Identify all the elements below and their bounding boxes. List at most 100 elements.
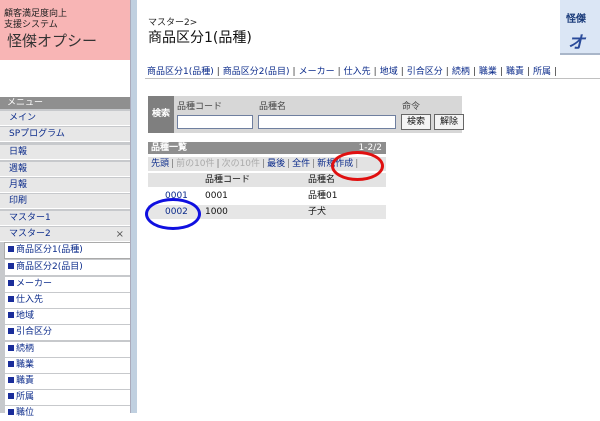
list-col-code: 品種コード [205, 175, 251, 185]
pager-separator: | [216, 159, 220, 169]
submenu-item-relation[interactable]: 続柄 [5, 342, 130, 357]
sidebar-blank [0, 60, 130, 98]
submenu-item-supplier[interactable]: 仕入先 [5, 293, 130, 308]
row-name: 子犬 [308, 207, 327, 217]
menu-item-daily-report[interactable]: 日報 [0, 145, 130, 160]
pager-prev10: 前の10件 [176, 159, 215, 169]
menu-item-master1[interactable]: マスター1 [0, 211, 130, 226]
search-col-code: 品種コード [177, 102, 223, 112]
bullet-square-icon [8, 246, 14, 252]
submenu-item-label: 商品区分2(品目) [16, 262, 83, 272]
tab-separator: | [400, 67, 404, 77]
submenu-item-affiliation[interactable]: 所属 [5, 390, 130, 405]
row-code: 0001 [205, 191, 228, 201]
submenu-item-region[interactable]: 地域 [5, 309, 130, 324]
submenu-item-category1[interactable]: 商品区分1(品種) [4, 242, 131, 259]
name-search-input[interactable] [258, 115, 396, 129]
tabs-divider [145, 78, 600, 79]
menu-item-master2-label: マスター2 [9, 229, 51, 239]
code-search-input[interactable] [177, 115, 253, 129]
pager-separator: | [171, 159, 175, 169]
search-panel-label: 検索 [148, 96, 174, 133]
tab-category2[interactable]: 商品区分2(品目) [223, 67, 290, 77]
tab-separator: | [554, 67, 558, 77]
bullet-square-icon [8, 377, 14, 383]
tab-separator: | [499, 67, 503, 77]
row-code: 1000 [205, 207, 228, 217]
tab-separator: | [337, 67, 341, 77]
pager-first[interactable]: 先頭 [151, 159, 169, 169]
submenu-item-duty[interactable]: 職責 [5, 374, 130, 389]
tab-separator: | [216, 67, 220, 77]
submenu-item-label: メーカー [16, 279, 53, 289]
submenu-item-position[interactable]: 職位 [5, 406, 130, 421]
bullet-square-icon [8, 263, 14, 269]
annotation-highlight-blue [145, 198, 201, 230]
submenu-item-label: 職業 [16, 360, 35, 370]
tab-region[interactable]: 地域 [380, 67, 398, 77]
brand-logo: 怪傑 オプ [560, 0, 600, 55]
row-name: 品種01 [308, 191, 338, 201]
tab-separator: | [292, 67, 296, 77]
clear-button[interactable]: 解除 [434, 114, 464, 130]
brand-logo-text-large: オプ [568, 33, 585, 53]
bullet-square-icon [8, 280, 14, 286]
search-col-name: 品種名 [259, 102, 287, 112]
tab-relation[interactable]: 続柄 [452, 67, 470, 77]
submenu-item-category2[interactable]: 商品区分2(品目) [5, 260, 130, 275]
bullet-square-icon [8, 312, 14, 318]
page-title: 商品区分1(品種) [148, 30, 252, 46]
menu-item-monthly-report[interactable]: 月報 [0, 178, 130, 193]
system-title: 怪傑オプシー [7, 32, 98, 50]
tab-supplier[interactable]: 仕入先 [344, 67, 371, 77]
bullet-square-icon [8, 409, 14, 415]
search-col-command: 命令 [402, 102, 421, 112]
list-title: 品種一覧 [151, 143, 188, 153]
bullet-square-icon [8, 328, 14, 334]
submenu-item-label: 続柄 [16, 344, 35, 354]
tab-duty[interactable]: 職責 [506, 67, 524, 77]
submenu-item-maker[interactable]: メーカー [5, 277, 130, 292]
pager-separator: | [262, 159, 266, 169]
menu-item-sp-program[interactable]: SPプログラム [0, 127, 130, 142]
pager-last[interactable]: 最後 [267, 159, 285, 169]
frame-splitter[interactable] [130, 0, 137, 413]
tab-maker[interactable]: メーカー [299, 67, 335, 77]
annotation-highlight-red [331, 151, 384, 181]
menu-item-master2[interactable]: マスター2 × [0, 227, 130, 242]
pager-next10: 次の10件 [221, 159, 261, 169]
master-tabs: 商品区分1(品種) | 商品区分2(品目) | メーカー | 仕入先 | 地域 | 引合区分 | 続柄 |… [147, 64, 600, 77]
tab-separator: | [472, 67, 476, 77]
menu-header: メニュー [0, 97, 130, 109]
tab-inquiry-type[interactable]: 引合区分 [407, 67, 443, 77]
system-logo-area: 顧客満足度向上 支援システム 怪傑オプシー [0, 0, 131, 60]
menu-item-main[interactable]: メイン [0, 111, 130, 126]
system-name: 顧客満足度向上 支援システム [4, 9, 68, 30]
tab-separator: | [445, 67, 449, 77]
menu-item-weekly-report[interactable]: 週報 [0, 162, 130, 177]
bullet-square-icon [8, 296, 14, 302]
tab-affiliation[interactable]: 所属 [533, 67, 551, 77]
submenu-item-inquiry-type[interactable]: 引合区分 [5, 325, 130, 340]
brand-logo-text: 怪傑 [566, 14, 586, 25]
bullet-square-icon [8, 393, 14, 399]
menu-item-print[interactable]: 印刷 [0, 194, 130, 209]
search-button[interactable]: 検索 [401, 114, 431, 130]
bullet-square-icon [8, 361, 14, 367]
submenu-item-label: 商品区分1(品種) [16, 245, 83, 255]
brand-divider [560, 53, 600, 55]
submenu-item-label: 職責 [16, 376, 35, 386]
tab-occupation[interactable]: 職業 [479, 67, 497, 77]
tab-separator: | [526, 67, 531, 77]
pager-separator: | [312, 159, 316, 169]
tab-category1[interactable]: 商品区分1(品種) [147, 67, 214, 77]
tab-separator: | [373, 67, 377, 77]
submenu-item-label: 仕入先 [16, 295, 44, 305]
pager-separator: | [287, 159, 291, 169]
list-col-name: 品種名 [308, 175, 336, 185]
submenu-item-occupation[interactable]: 職業 [5, 358, 130, 373]
close-icon[interactable]: × [116, 227, 124, 242]
submenu-item-label: 所属 [16, 392, 35, 402]
submenu-item-label: 職位 [16, 408, 35, 418]
pager-all[interactable]: 全件 [292, 159, 310, 169]
